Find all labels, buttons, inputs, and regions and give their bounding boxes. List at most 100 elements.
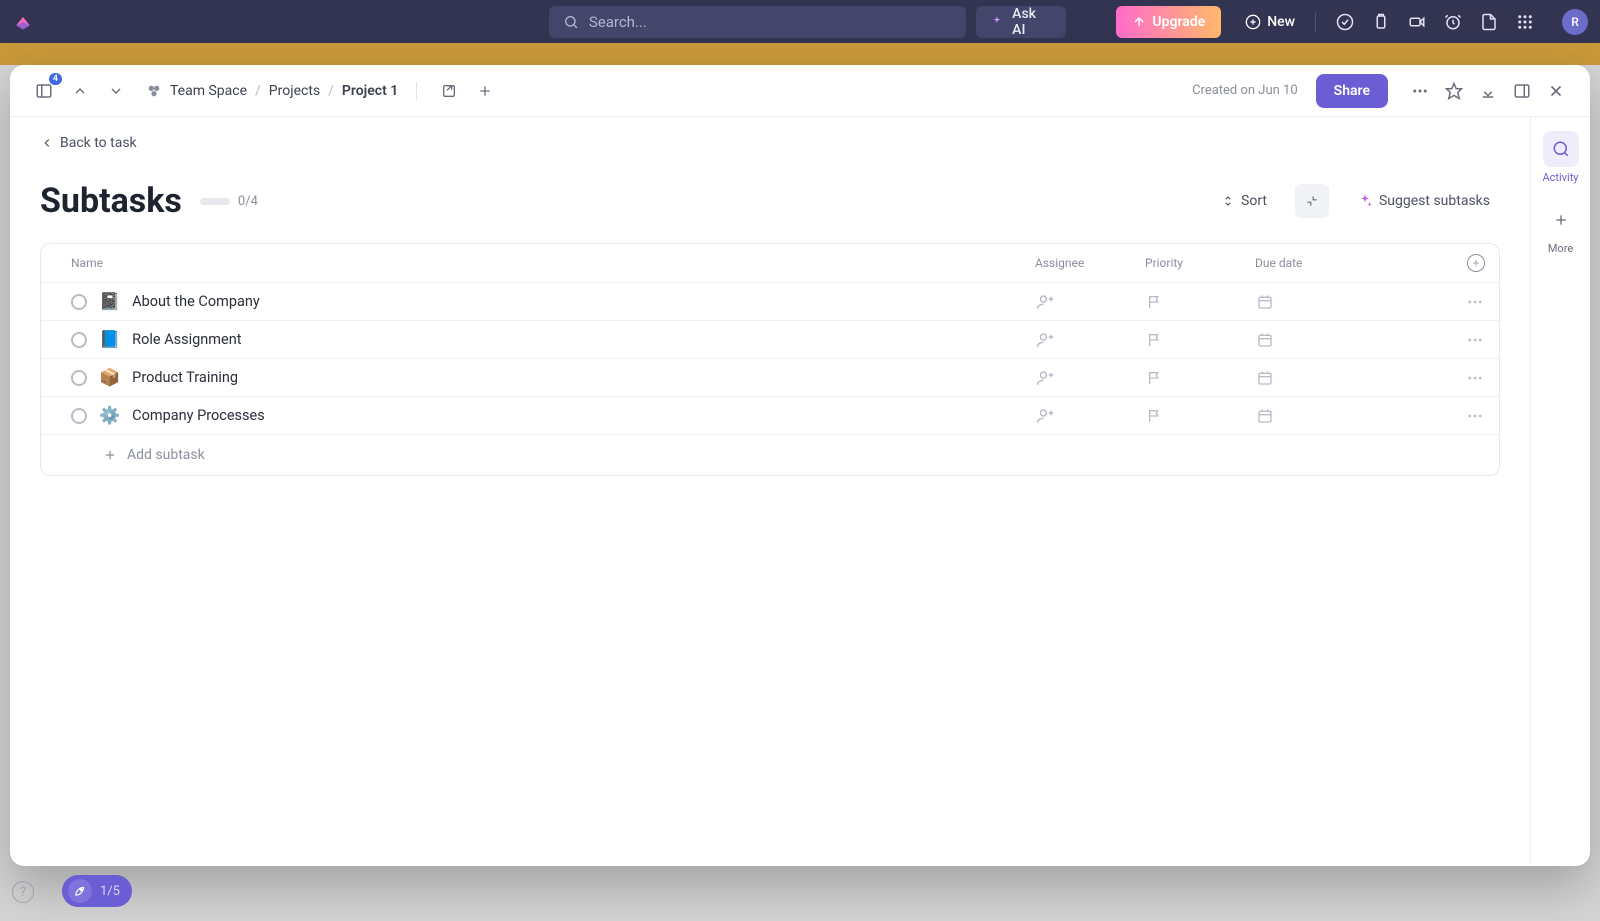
close-button[interactable] bbox=[1542, 77, 1570, 105]
rail-activity-label: Activity bbox=[1543, 171, 1579, 184]
modal-main-pane: Back to task Subtasks 0/4 Sort bbox=[10, 117, 1530, 866]
video-icon[interactable] bbox=[1408, 13, 1426, 31]
table-row[interactable]: 📘 Role Assignment bbox=[41, 320, 1499, 358]
assign-button[interactable] bbox=[1035, 292, 1055, 312]
nav-prev-button[interactable] bbox=[66, 77, 94, 105]
add-column-button[interactable]: + bbox=[1425, 254, 1485, 272]
progress-text: 0/4 bbox=[238, 194, 258, 209]
due-date-button[interactable] bbox=[1255, 330, 1275, 350]
due-date-button[interactable] bbox=[1255, 406, 1275, 426]
modal-header: 4 Team Space / Projects / Project 1 Crea… bbox=[10, 65, 1590, 117]
suggest-subtasks-button[interactable]: Suggest subtasks bbox=[1347, 187, 1500, 215]
onboarding-pill[interactable]: 1/5 bbox=[62, 875, 132, 907]
app-topbar: Search... Ask AI Upgrade New R bbox=[0, 0, 1600, 43]
sparkle-icon bbox=[990, 15, 1004, 29]
status-circle-icon[interactable] bbox=[71, 408, 87, 424]
task-modal: 4 Team Space / Projects / Project 1 Crea… bbox=[10, 65, 1590, 866]
user-avatar[interactable]: R bbox=[1562, 9, 1588, 35]
plus-circle-icon: + bbox=[1467, 254, 1485, 272]
assign-button[interactable] bbox=[1035, 330, 1055, 350]
share-button[interactable]: Share bbox=[1316, 74, 1388, 108]
status-circle-icon[interactable] bbox=[71, 370, 87, 386]
due-date-button[interactable] bbox=[1255, 292, 1275, 312]
row-more-button[interactable] bbox=[1465, 292, 1485, 312]
suggest-label: Suggest subtasks bbox=[1379, 193, 1490, 209]
doc-icon[interactable] bbox=[1480, 13, 1498, 31]
crumb-sep: / bbox=[255, 83, 261, 99]
col-priority: Priority bbox=[1145, 256, 1255, 270]
plus-circle-icon bbox=[1245, 14, 1261, 30]
subtasks-table: Name Assignee Priority Due date + 📓 Abou… bbox=[40, 243, 1500, 476]
crumb-team-space[interactable]: Team Space bbox=[170, 83, 247, 99]
task-name: Company Processes bbox=[132, 407, 265, 424]
avatar-initial: R bbox=[1571, 15, 1579, 29]
add-subtask-button[interactable]: Add subtask bbox=[41, 434, 1499, 475]
global-search[interactable]: Search... bbox=[549, 6, 966, 38]
search-placeholder: Search... bbox=[589, 13, 647, 31]
collapse-button[interactable] bbox=[1295, 184, 1329, 218]
crumb-projects[interactable]: Projects bbox=[269, 83, 320, 99]
sidebar-toggle-button[interactable]: 4 bbox=[30, 77, 58, 105]
priority-button[interactable] bbox=[1145, 292, 1165, 312]
sort-button[interactable]: Sort bbox=[1211, 187, 1277, 215]
apps-grid-icon[interactable] bbox=[1516, 13, 1534, 31]
add-button[interactable] bbox=[471, 77, 499, 105]
chevron-left-icon bbox=[40, 136, 54, 150]
status-circle-icon[interactable] bbox=[71, 294, 87, 310]
row-more-button[interactable] bbox=[1465, 368, 1485, 388]
sidebar-badge: 4 bbox=[49, 73, 62, 85]
topbar-divider bbox=[1315, 12, 1316, 32]
minimize-button[interactable] bbox=[1474, 77, 1502, 105]
side-rail: Activity More bbox=[1530, 117, 1590, 866]
upgrade-icon bbox=[1132, 15, 1146, 29]
plus-icon bbox=[103, 448, 117, 462]
app-logo-icon[interactable] bbox=[12, 11, 34, 33]
title-row: Subtasks 0/4 Sort Suggest subtasks bbox=[40, 181, 1500, 221]
activity-icon bbox=[1552, 140, 1570, 158]
task-emoji: 📓 bbox=[99, 292, 120, 312]
table-row[interactable]: 📦 Product Training bbox=[41, 358, 1499, 396]
priority-button[interactable] bbox=[1145, 406, 1165, 426]
status-circle-icon[interactable] bbox=[71, 332, 87, 348]
task-emoji: ⚙️ bbox=[99, 406, 120, 426]
rail-more-button[interactable]: More bbox=[1543, 202, 1579, 255]
more-menu-button[interactable] bbox=[1406, 77, 1434, 105]
rail-more-label: More bbox=[1548, 242, 1573, 255]
plus-icon bbox=[1553, 212, 1569, 228]
upgrade-button[interactable]: Upgrade bbox=[1116, 6, 1221, 38]
ask-ai-button[interactable]: Ask AI bbox=[976, 6, 1066, 38]
expand-sidebar-button[interactable] bbox=[1508, 77, 1536, 105]
row-more-button[interactable] bbox=[1465, 330, 1485, 350]
row-more-button[interactable] bbox=[1465, 406, 1485, 426]
table-header-row: Name Assignee Priority Due date + bbox=[41, 244, 1499, 282]
priority-button[interactable] bbox=[1145, 368, 1165, 388]
nav-next-button[interactable] bbox=[102, 77, 130, 105]
sort-label: Sort bbox=[1241, 193, 1267, 209]
assign-button[interactable] bbox=[1035, 406, 1055, 426]
search-icon bbox=[563, 14, 579, 30]
breadcrumb: Team Space / Projects / Project 1 bbox=[146, 83, 398, 99]
priority-button[interactable] bbox=[1145, 330, 1165, 350]
help-button[interactable]: ? bbox=[12, 881, 34, 903]
favorite-button[interactable] bbox=[1440, 77, 1468, 105]
table-row[interactable]: ⚙️ Company Processes bbox=[41, 396, 1499, 434]
new-button[interactable]: New bbox=[1245, 6, 1295, 38]
collapse-icon bbox=[1305, 193, 1319, 209]
add-subtask-label: Add subtask bbox=[127, 447, 205, 463]
clipboard-icon[interactable] bbox=[1372, 13, 1390, 31]
back-to-task-link[interactable]: Back to task bbox=[40, 135, 1500, 151]
back-label: Back to task bbox=[60, 135, 137, 151]
task-emoji: 📦 bbox=[99, 368, 120, 388]
alarm-icon[interactable] bbox=[1444, 13, 1462, 31]
new-window-button[interactable] bbox=[435, 77, 463, 105]
promo-banner bbox=[0, 43, 1600, 65]
assign-button[interactable] bbox=[1035, 368, 1055, 388]
due-date-button[interactable] bbox=[1255, 368, 1275, 388]
rail-activity-button[interactable]: Activity bbox=[1543, 131, 1579, 184]
table-row[interactable]: 📓 About the Company bbox=[41, 282, 1499, 320]
onboarding-progress: 1/5 bbox=[100, 884, 120, 899]
rocket-icon bbox=[68, 879, 92, 903]
new-label: New bbox=[1267, 14, 1295, 30]
crumb-project-1[interactable]: Project 1 bbox=[342, 83, 398, 99]
check-circle-icon[interactable] bbox=[1336, 13, 1354, 31]
